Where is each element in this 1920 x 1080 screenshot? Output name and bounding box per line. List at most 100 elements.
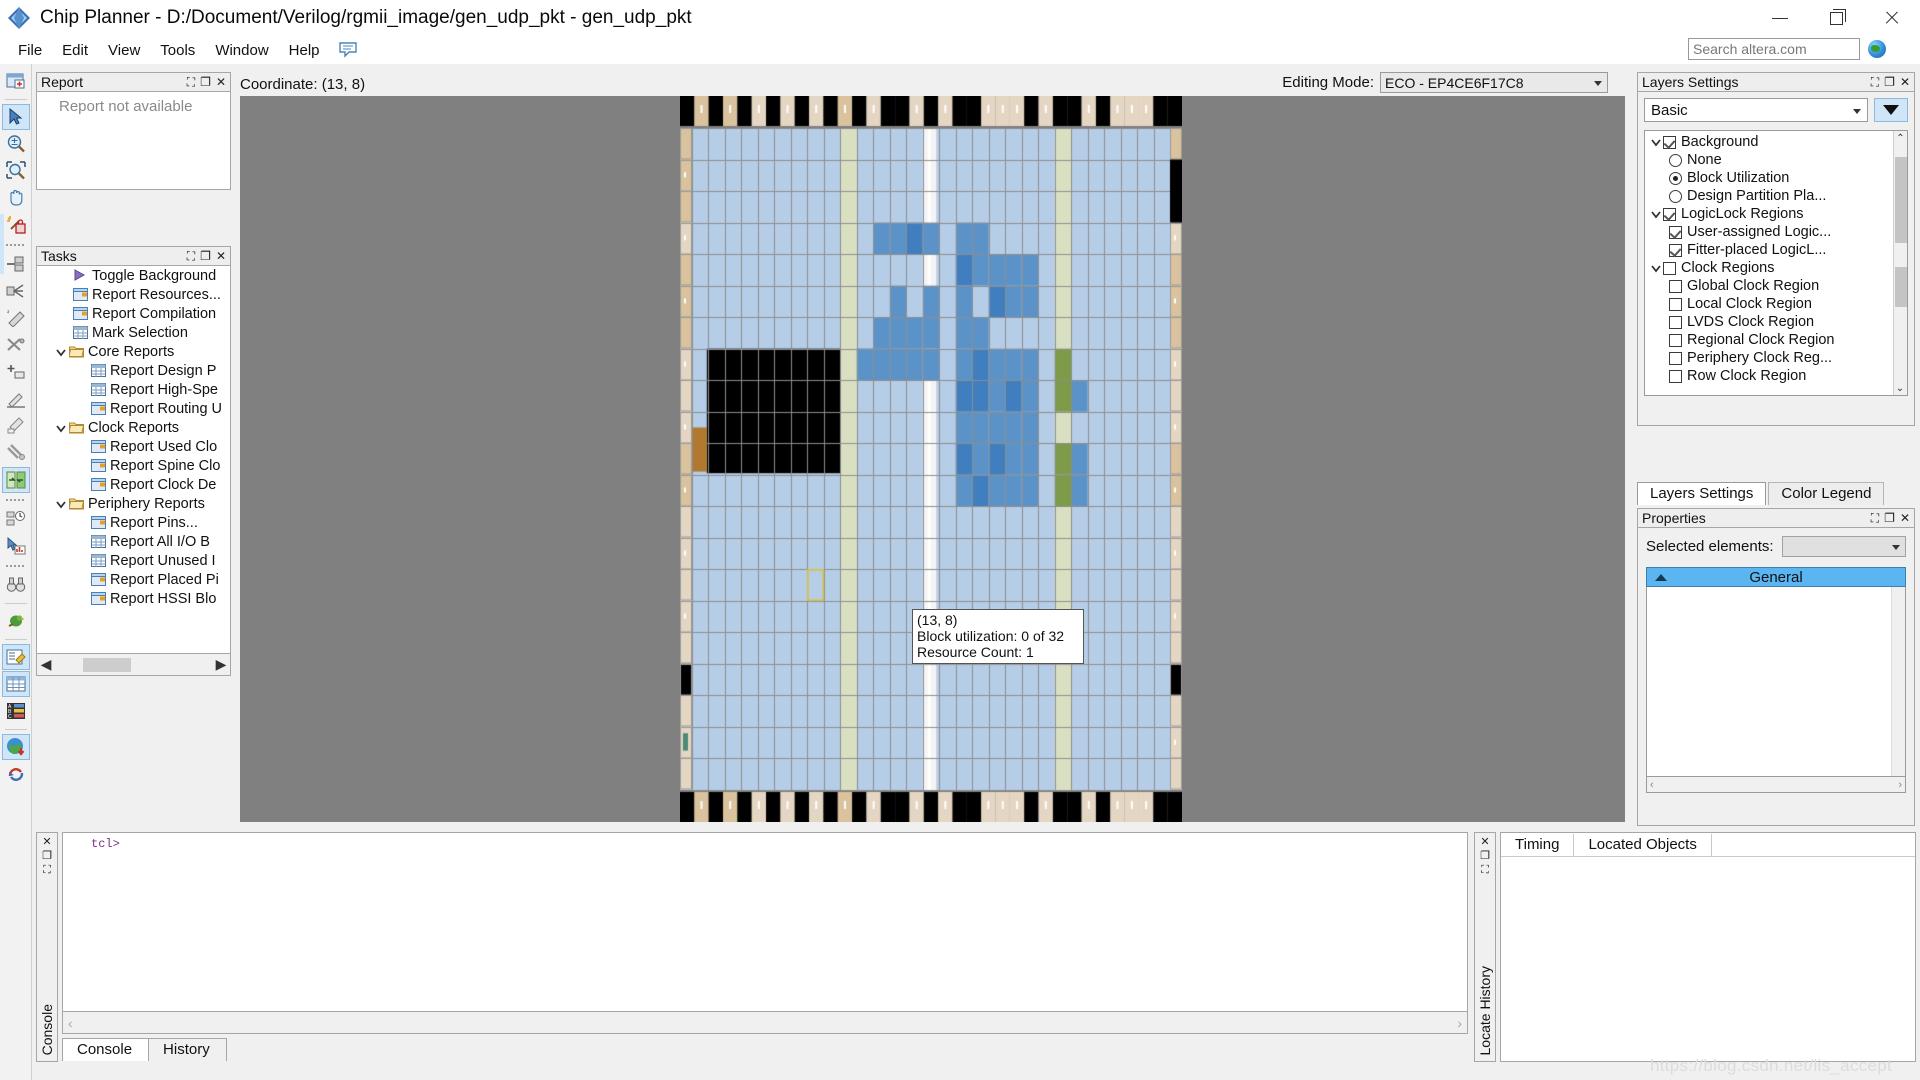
- scroll-thumb[interactable]: [1895, 157, 1907, 307]
- minimize-button[interactable]: [1752, 0, 1808, 36]
- task-item[interactable]: Toggle Background: [37, 266, 230, 285]
- task-item[interactable]: Report Spine Clo: [37, 456, 230, 475]
- die-canvas[interactable]: [680, 96, 1182, 822]
- tab-color-legend[interactable]: Color Legend: [1768, 482, 1885, 505]
- eraser-icon[interactable]: [2, 305, 30, 331]
- expander-open-icon[interactable]: [1649, 135, 1663, 149]
- task-item[interactable]: Report Pins...: [37, 513, 230, 532]
- menu-tools[interactable]: Tools: [150, 40, 205, 61]
- search-input[interactable]: [1688, 38, 1860, 60]
- checkbox[interactable]: [1669, 225, 1682, 239]
- checkbox[interactable]: [1669, 243, 1682, 257]
- checkbox[interactable]: [1669, 351, 1682, 365]
- scroll-thumb[interactable]: [83, 657, 131, 672]
- console-output[interactable]: tcl>: [62, 832, 1468, 1012]
- clock-blocks-icon[interactable]: [2, 506, 30, 532]
- menu-view[interactable]: View: [98, 40, 150, 61]
- chevron-down-big-icon[interactable]: [1874, 98, 1908, 122]
- radio-button[interactable]: [1669, 153, 1682, 167]
- globe-down-icon[interactable]: [1, 734, 30, 760]
- tab-timing[interactable]: Timing: [1501, 834, 1575, 856]
- swap-arrows-icon[interactable]: [1, 467, 30, 493]
- menu-edit[interactable]: Edit: [52, 40, 98, 61]
- layer-tree-item[interactable]: Periphery Clock Reg...: [1649, 349, 1907, 367]
- layers-tree[interactable]: Background None Block Utilization Design Pa…: [1644, 130, 1908, 396]
- task-item[interactable]: Report HSSI Blo: [37, 589, 230, 608]
- layer-tree-item[interactable]: LVDS Clock Region: [1649, 313, 1907, 331]
- task-item[interactable]: Clock Reports: [37, 418, 230, 437]
- scroll-left-icon[interactable]: ‹: [1650, 779, 1654, 791]
- tasks-horizontal-scrollbar[interactable]: ◀ ▶: [36, 654, 231, 676]
- checkbox[interactable]: [1663, 135, 1676, 149]
- eraser2-icon[interactable]: [2, 413, 30, 439]
- expander-open-icon[interactable]: [55, 498, 67, 510]
- close-button[interactable]: [1864, 0, 1920, 36]
- task-item[interactable]: Report Design P: [37, 361, 230, 380]
- layer-tree-item[interactable]: User-assigned Logic...: [1649, 223, 1907, 241]
- pin-icon[interactable]: ⛶: [187, 250, 195, 262]
- node-in-icon[interactable]: [2, 251, 30, 277]
- pin-icon[interactable]: ⛶: [1871, 512, 1879, 524]
- grid-table-icon[interactable]: [1, 671, 30, 697]
- menu-window[interactable]: Window: [205, 40, 278, 61]
- layer-tree-item[interactable]: Design Partition Pla...: [1649, 187, 1907, 205]
- scroll-right-icon[interactable]: ▶: [212, 655, 230, 675]
- restore-icon[interactable]: ❐: [1480, 851, 1490, 862]
- layer-tree-item[interactable]: Global Clock Region: [1649, 277, 1907, 295]
- checkbox[interactable]: [1663, 207, 1676, 221]
- binoculars-icon[interactable]: [2, 572, 30, 598]
- radio-button[interactable]: [1669, 189, 1682, 203]
- layers-tree-scrollbar[interactable]: ⌃ ⌄: [1893, 131, 1907, 395]
- scroll-track[interactable]: [55, 654, 212, 675]
- pin-icon[interactable]: ⛶: [1481, 865, 1489, 876]
- maximize-button[interactable]: [1808, 0, 1864, 36]
- close-icon[interactable]: ✕: [1480, 837, 1489, 848]
- expander-open-icon[interactable]: [55, 346, 67, 358]
- layer-tree-item[interactable]: LogicLock Regions: [1649, 205, 1907, 223]
- restore-icon[interactable]: ❐: [42, 851, 52, 862]
- plus-box-icon[interactable]: [2, 359, 30, 385]
- task-item[interactable]: Report High-Spe: [37, 380, 230, 399]
- tasks-tree[interactable]: Toggle Background Report Resources... Repo…: [36, 266, 231, 654]
- checkbox[interactable]: [1669, 315, 1682, 329]
- restore-icon[interactable]: ❐: [1884, 512, 1895, 524]
- restore-icon[interactable]: ❐: [1884, 76, 1895, 88]
- layer-tree-item[interactable]: Row Clock Region: [1649, 367, 1907, 385]
- checkbox[interactable]: [1669, 333, 1682, 347]
- scroll-right-icon[interactable]: ›: [1457, 1015, 1462, 1031]
- menu-help[interactable]: Help: [279, 40, 330, 61]
- tab-located-objects[interactable]: Located Objects: [1574, 834, 1712, 856]
- task-item[interactable]: Report Unused I: [37, 551, 230, 570]
- console-horizontal-scrollbar[interactable]: ‹ ›: [62, 1012, 1468, 1034]
- layer-tree-item[interactable]: Fitter-placed LogicL...: [1649, 241, 1907, 259]
- selected-elements-select[interactable]: [1781, 536, 1906, 557]
- restore-icon[interactable]: ❐: [200, 76, 211, 88]
- task-item[interactable]: Report Clock De: [37, 475, 230, 494]
- checkbox[interactable]: [1663, 261, 1676, 275]
- close-icon[interactable]: ✕: [1900, 512, 1910, 524]
- layer-tree-item[interactable]: Clock Regions: [1649, 259, 1907, 277]
- tab-console[interactable]: Console: [62, 1038, 150, 1061]
- editing-mode-select[interactable]: ECO - EP4CE6F17C8: [1380, 72, 1608, 93]
- radio-button[interactable]: [1669, 171, 1682, 185]
- general-section-header[interactable]: General: [1646, 567, 1906, 587]
- cursor-chart-icon[interactable]: [2, 533, 30, 559]
- die-map[interactable]: [680, 96, 1182, 822]
- chip-floorplan-view[interactable]: (13, 8) Block utilization: 0 of 32 Resou…: [240, 96, 1625, 822]
- magnifier-plusminus-icon[interactable]: [2, 131, 30, 157]
- checkbox[interactable]: [1669, 369, 1682, 383]
- task-item[interactable]: Report Resources...: [37, 285, 230, 304]
- properties-horizontal-scrollbar[interactable]: ‹ ›: [1646, 777, 1906, 793]
- scroll-right-icon[interactable]: ›: [1898, 779, 1902, 791]
- pencil-icon[interactable]: [2, 386, 30, 412]
- pin-icon[interactable]: ⛶: [187, 76, 195, 88]
- tab-layers-settings[interactable]: Layers Settings: [1637, 482, 1767, 505]
- fanout-icon[interactable]: [2, 278, 30, 304]
- layer-tree-item[interactable]: Local Clock Region: [1649, 295, 1907, 313]
- expander-open-icon[interactable]: [55, 422, 67, 434]
- checkbox[interactable]: [1669, 297, 1682, 311]
- scroll-up-icon[interactable]: ⌃: [1894, 131, 1907, 145]
- magnifier-region-icon[interactable]: [2, 158, 30, 184]
- wand-lock-icon[interactable]: [2, 212, 30, 238]
- task-item[interactable]: Report Used Clo: [37, 437, 230, 456]
